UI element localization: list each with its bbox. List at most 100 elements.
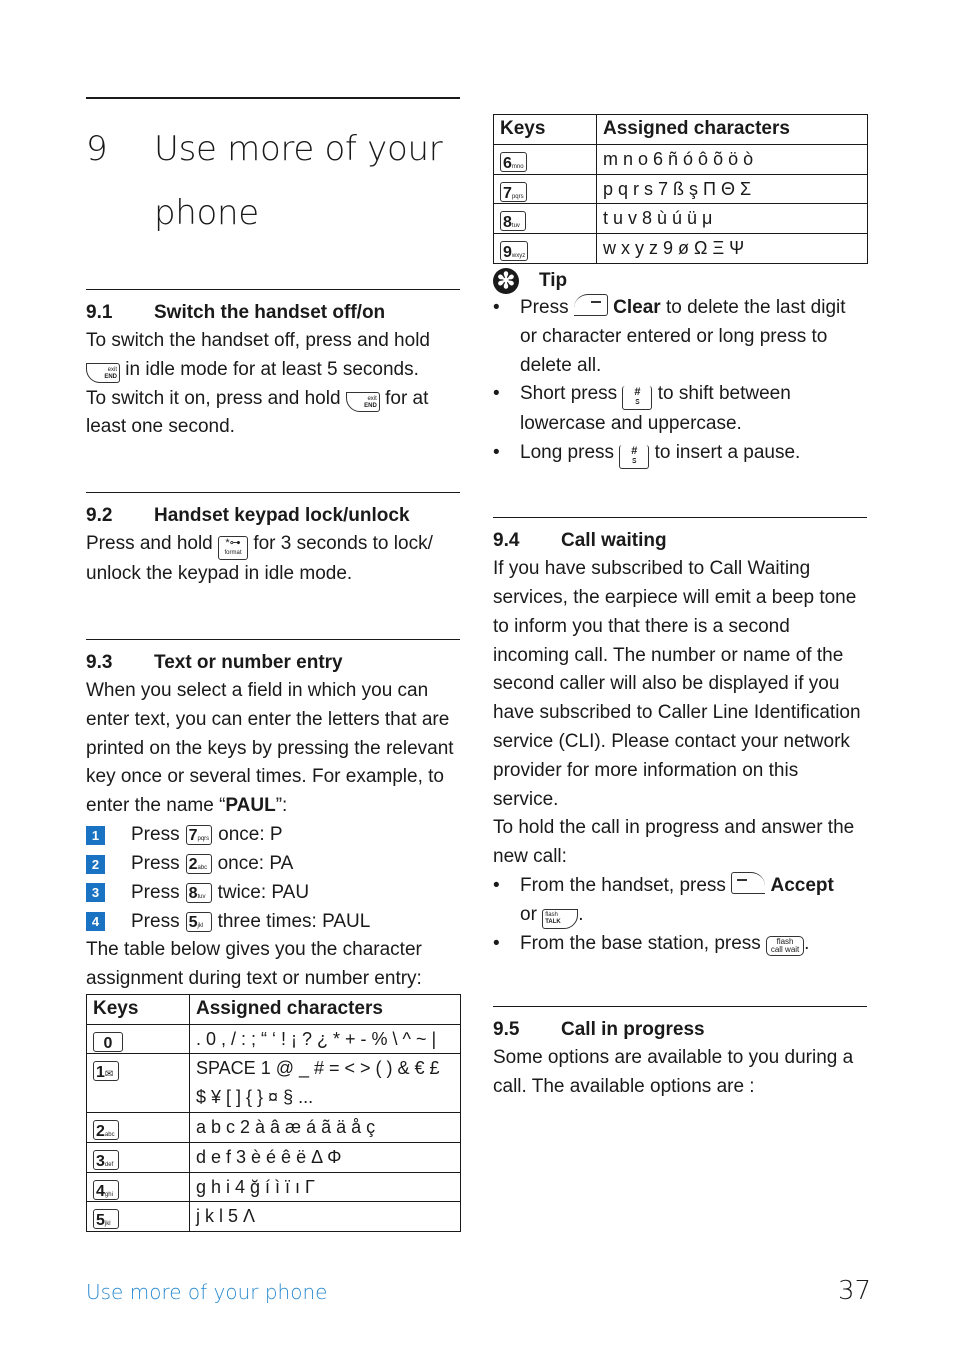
step-verb: Press [131,853,180,875]
list-text: From the handset, press Accept or flash T… [520,871,834,930]
key-8-icon: 8tuv [500,211,526,232]
hash-key-icon: # ꜱ [622,386,653,411]
body-text: ”: [275,795,288,817]
list-item: • From the base station, press flash call… [493,930,867,959]
column-header-keys: Keys [493,114,597,145]
body-text: in idle mode for at least 5 seconds. [125,358,419,380]
body-text: for at [385,387,429,409]
key-cell: 8tuv [493,203,597,235]
key-3-icon: 3def [93,1149,119,1170]
tip-text-post: to insert a pause. [654,442,801,464]
clear-softkey-icon [573,293,608,316]
key-label: *⊶ [225,537,241,550]
key-label: exit [367,395,377,402]
step-item: 1 Press 7pqrs once: P [86,821,460,850]
tip-text-pre: Long press [520,442,615,464]
key-letters: def [104,1161,114,1168]
body-text: unlock the keypad in idle mode. [86,563,353,585]
tip-item: • Short press # ꜱ to shift between lowerc… [493,380,867,439]
bullet-dot: • [493,442,500,464]
chars-cell: j k l 5 Λ [189,1201,461,1233]
table-row: 2abc a b c 2 à â æ á ã ä å ç [86,1111,461,1143]
key-letters: abc [104,1131,115,1138]
table-row: 1✉ SPACE 1 @ _ # = < > ( ) & € £ $ ¥ [ ]… [86,1053,461,1113]
step-number-badge: 3 [86,883,105,903]
section-rule [86,638,460,640]
body-text: Press and hold [86,533,213,555]
section-body: To hold the call in progress and answer … [493,817,855,868]
key-5-icon: 5jkl [93,1209,119,1230]
key-label: format [224,550,242,557]
step-item: 3 Press 8tuv twice: PAU [86,879,460,908]
table-header-row: Keys Assigned characters [86,993,461,1025]
accept-softkey-icon [731,871,766,894]
list-item: • From the handset, press Accept or flas… [493,871,867,930]
key-4-icon: 4ghi [93,1179,119,1200]
key-cell: 6mno [493,143,597,175]
key-letters: mno [511,163,524,170]
tip-text-pre: Short press [520,383,618,405]
section-body: Press and hold *⊶ format for 3 seconds to… [86,530,460,589]
step-result: three times: PAUL [217,910,371,932]
table-row: 6mno m n o 6 ñ ó ô õ ö ò [493,143,868,175]
section-title: Handset keypad lock/unlock [154,505,410,527]
table-row: 7pqrs p q r s 7 ß ş Π Θ Σ [493,173,868,205]
star-lock-key-icon: *⊶ format [218,536,249,561]
dash-glyph [590,300,601,303]
section-number: 9.2 [86,505,113,527]
step-number-badge: 4 [86,912,105,932]
key-digit: 8 [503,214,512,232]
key-letters: pqrs [511,193,524,200]
chapter-title: Use more of your phone [154,129,443,233]
key-label: ꜱ [631,455,637,466]
step-item: 4 Press 5jkl three times: PAUL [86,907,460,936]
chars-cell: d e f 3 è é ê ë Δ Φ [189,1141,461,1173]
step-result: once: P [218,824,283,846]
key-letters: abc [197,865,208,872]
section-rule [493,1006,867,1008]
tip-list: • Press Clear to delete the last digit o… [493,293,867,470]
section-number: 9.1 [86,302,113,323]
bullet-dot: • [493,383,500,405]
list-text-pre: From the handset, press [520,874,726,896]
end-key-icon: exit END [345,391,380,412]
key-letters: tuv [197,893,206,900]
section-title: Call waiting [561,530,667,552]
chapter-heading: 9 Use more of your phone [86,117,460,245]
chapter-number: 9 [86,129,108,169]
tip-text-pre: Press [520,296,569,318]
tip-box: ✻ Tip • Press Clear to delete the last d… [493,267,867,470]
character-table-left: Keys Assigned characters 0 . 0 , / : ; “… [86,993,461,1233]
key-5-icon: 5jkl [185,911,212,932]
section-body: Some options are available to you during… [493,1047,854,1098]
column-header-keys: Keys [86,993,190,1025]
table-row: 5jkl j k l 5 Λ [86,1201,461,1233]
list-text: . [804,932,810,954]
section-9-1: 9.1 Switch the handset off/on To switch … [86,298,460,442]
tip-item: • Press Clear to delete the last digit o… [493,293,867,380]
chars-cell: . 0 , / : ; “ ‘ ! ¡ ? ¿ * + - % \ ^ ~ | [189,1023,461,1055]
key-cell: 5jkl [86,1201,190,1233]
bullet-dot: • [493,932,500,954]
step-result: once: PA [217,853,294,875]
key-digit: 7 [503,184,512,202]
column-header-chars: Assigned characters [596,114,868,145]
end-key-icon: exit END [86,362,120,383]
chapter-rule [86,97,460,99]
footer-section-link[interactable]: Use more of your phone [86,1280,327,1304]
chars-cell: a b c 2 à â æ á ã ä å ç [189,1111,461,1143]
section-number: 9.4 [493,530,520,552]
section-9-4: 9.4 Call waiting If you have subscribed … [493,526,867,958]
key-1-voicemail-icon: 1✉ [93,1061,119,1082]
key-cell: 1✉ [86,1053,190,1113]
table-row: 8tuv t u v 8 ù ú ü μ [493,203,868,235]
section-rule [493,517,867,519]
key-label: call wait [770,944,800,954]
section-heading: 9.4 Call waiting [493,526,867,555]
step-item: 2 Press 2abc once: PA [86,850,460,879]
key-label: ꜱ [635,396,640,407]
example-name: PAUL [225,795,276,817]
chars-cell: t u v 8 ù ú ü μ [596,203,868,235]
key-9-icon: 9wxyz [500,241,529,262]
key-label: END [364,402,377,409]
